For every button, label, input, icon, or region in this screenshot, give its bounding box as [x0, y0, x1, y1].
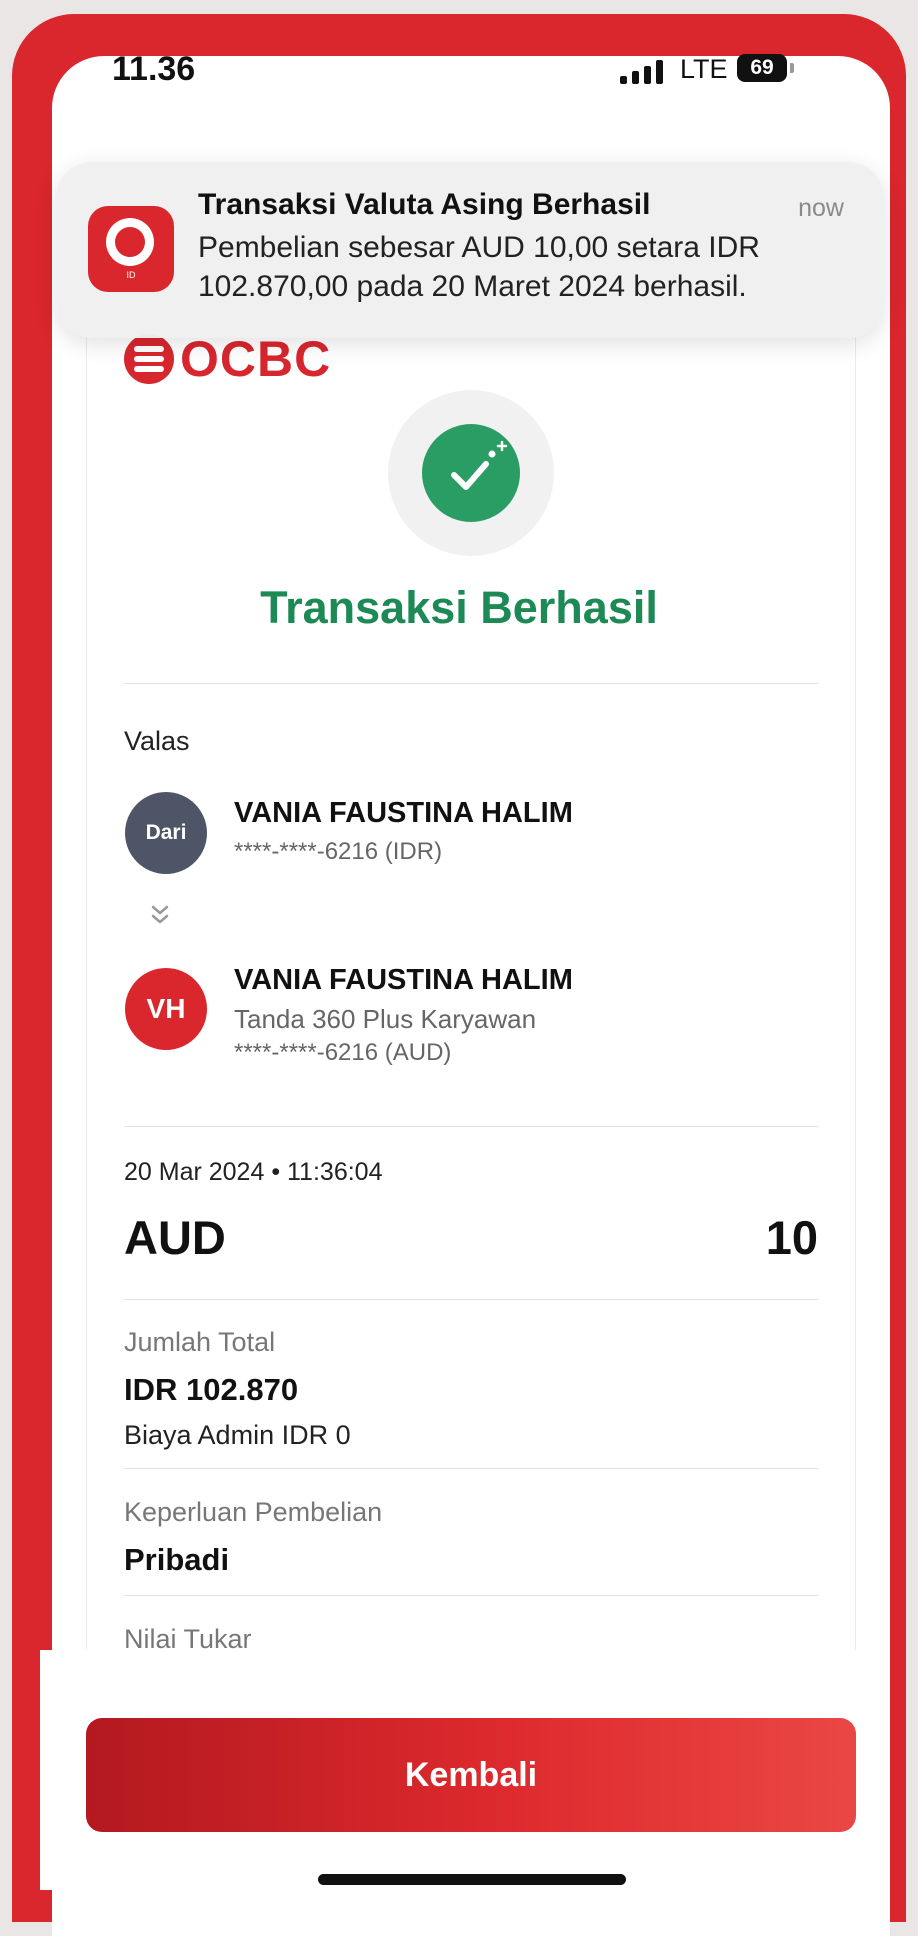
divider: [124, 1299, 818, 1300]
notification-title: Transaksi Valuta Asing Berhasil: [198, 188, 651, 221]
ocbc-logo-icon: [124, 334, 174, 384]
from-avatar: Dari: [125, 792, 207, 874]
to-avatar: VH: [125, 968, 207, 1050]
status-time: 11.36: [112, 50, 196, 88]
from-account-number: ****-****-6216 (IDR): [234, 838, 443, 865]
amount-row: AUD 10: [124, 1210, 818, 1265]
app-icon: ID: [88, 206, 174, 292]
section-label: Valas: [124, 726, 190, 756]
divider: [124, 683, 818, 684]
signal-bars-icon: [620, 60, 663, 84]
purpose-value: Pribadi: [124, 1542, 230, 1577]
network-type: LTE: [680, 54, 728, 84]
brand-name: OCBC: [180, 331, 332, 387]
divider: [124, 1595, 818, 1596]
check-circle-icon: [422, 424, 520, 522]
notification-time: now: [798, 194, 844, 222]
to-account-name: VANIA FAUSTINA HALIM: [234, 964, 573, 996]
battery-cap: [790, 63, 794, 73]
ocbc-logo: OCBC: [124, 330, 331, 388]
admin-fee: Biaya Admin IDR 0: [124, 1420, 351, 1450]
amount-value: 10: [765, 1211, 818, 1264]
notification-body-line: Pembelian sebesar AUD 10,00 setara IDR: [198, 231, 760, 264]
notification-body: Pembelian sebesar AUD 10,00 setara IDR 1…: [198, 228, 838, 306]
to-account-number: ****-****-6216 (AUD): [234, 1039, 452, 1066]
transaction-datetime: 20 Mar 2024 • 11:36:04: [124, 1158, 383, 1186]
to-product-name: Tanda 360 Plus Karyawan: [234, 1004, 537, 1034]
total-label: Jumlah Total: [124, 1327, 276, 1357]
from-account-name: VANIA FAUSTINA HALIM: [234, 797, 573, 829]
purpose-label: Keperluan Pembelian: [124, 1497, 383, 1527]
notification-body-line: 102.870,00 pada 20 Maret 2024 berhasil.: [198, 270, 747, 303]
home-indicator[interactable]: [318, 1874, 626, 1885]
ocbc-app-mark: [106, 218, 154, 266]
divider: [124, 1126, 818, 1127]
currency-code: AUD: [124, 1211, 226, 1264]
app-icon-label: ID: [126, 270, 136, 280]
back-button[interactable]: Kembali: [86, 1718, 856, 1832]
divider: [124, 1468, 818, 1469]
battery-icon: 69: [737, 54, 787, 82]
result-title: Transaksi Berhasil: [260, 582, 658, 633]
chevron-double-down-icon: [151, 905, 169, 924]
total-value: IDR 102.870: [124, 1372, 299, 1407]
